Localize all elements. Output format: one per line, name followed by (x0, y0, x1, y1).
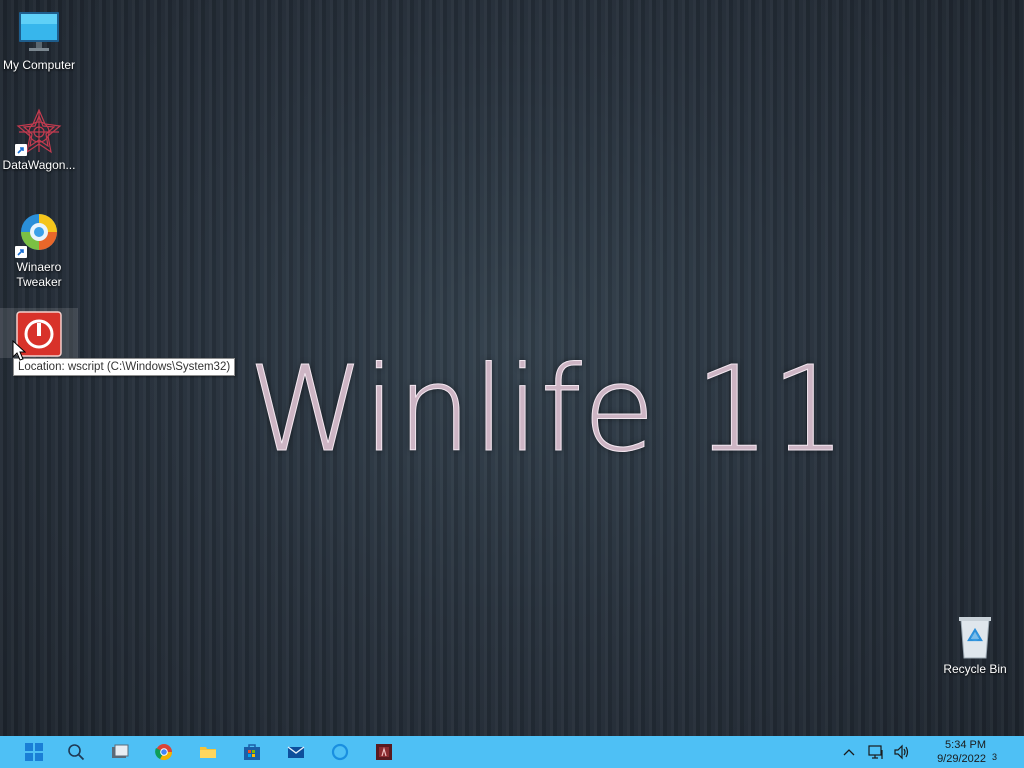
notification-count-badge[interactable]: 3 (992, 752, 997, 762)
chevron-up-icon (843, 749, 855, 756)
taskbar-cortana[interactable] (320, 736, 360, 768)
desktop-icon-label: DataWagon... (2, 158, 76, 172)
volume-button[interactable] (890, 736, 914, 768)
taskbar-red-app[interactable] (364, 736, 404, 768)
desktop-icon-datawagon[interactable]: DataWagon... (0, 108, 78, 173)
taskbar-chrome[interactable] (144, 736, 184, 768)
taskbar-mail[interactable] (276, 736, 316, 768)
store-icon (244, 744, 260, 760)
tooltip: Location: wscript (C:\Windows\System32) (13, 358, 236, 376)
shortcut-arrow-icon (15, 144, 27, 156)
search-icon (68, 744, 85, 761)
show-hidden-icons-button[interactable] (838, 736, 860, 768)
recycle-bin-icon (951, 612, 999, 660)
folder-icon (200, 747, 216, 758)
monitor-icon (15, 8, 63, 56)
search-button[interactable] (56, 736, 96, 768)
task-view-button[interactable] (100, 736, 140, 768)
task-view-icon (112, 744, 129, 758)
clock-button[interactable]: 5:34 PM 9/29/2022 (920, 738, 986, 766)
wallpaper-title: Winlife 11 (248, 340, 848, 479)
network-button[interactable] (864, 736, 888, 768)
shortcut-arrow-icon (15, 246, 27, 258)
network-icon (868, 745, 883, 759)
datawagon-icon (15, 108, 63, 156)
desktop-icon-label: Winaero Tweaker (16, 260, 62, 289)
windows-logo-icon (25, 743, 43, 761)
chrome-icon (155, 744, 173, 761)
desktop[interactable]: My Computer DataWagon... Winaero Tweaker… (0, 0, 1024, 736)
mouse-cursor-icon (12, 339, 27, 367)
taskbar: 5:34 PM 9/29/2022 (0, 736, 1024, 768)
cortana-icon (331, 743, 349, 761)
desktop-icon-label: My Computer (2, 58, 76, 72)
desktop-icon-my-computer[interactable]: My Computer (0, 8, 78, 73)
taskbar-store[interactable] (232, 736, 272, 768)
winaero-tweaker-icon (15, 210, 63, 258)
desktop-icon-label: Recycle Bin (943, 662, 1007, 676)
desktop-icon-winaero-tweaker[interactable]: Winaero Tweaker (0, 210, 78, 290)
desktop-icon-recycle-bin[interactable]: Recycle Bin (936, 612, 1014, 677)
clock-date: 9/29/2022 (937, 753, 986, 765)
clock-time: 5:34 PM (945, 739, 986, 751)
red-app-icon (376, 744, 392, 760)
mail-icon (287, 746, 305, 758)
taskbar-file-explorer[interactable] (188, 736, 228, 768)
start-button[interactable] (14, 736, 54, 768)
volume-icon (894, 744, 909, 760)
